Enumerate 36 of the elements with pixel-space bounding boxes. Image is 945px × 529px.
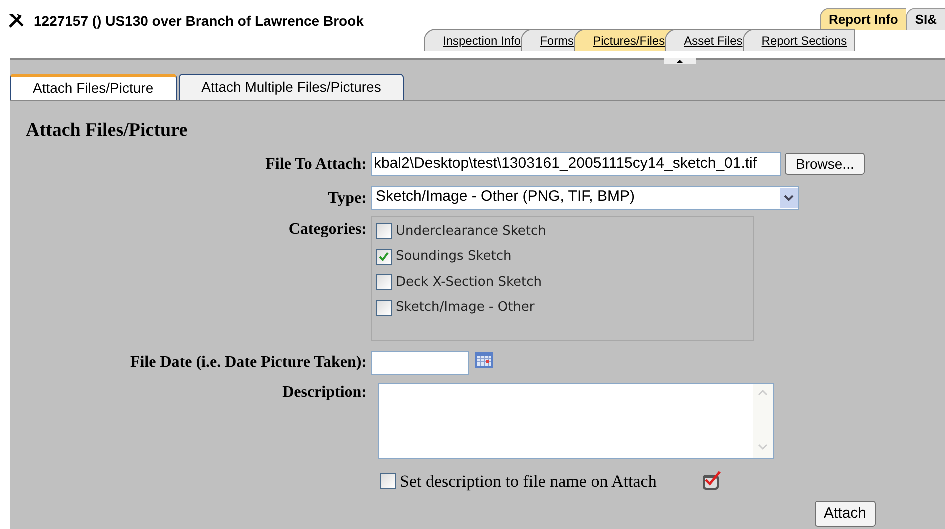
date-field[interactable] — [371, 350, 469, 374]
field-label: Type: — [327, 188, 367, 208]
tab[interactable]: Report Sections — [742, 29, 856, 51]
checkbox-label: Soundings Sketch — [396, 248, 512, 266]
checkbox-label: Sketch/Image - Other — [396, 299, 535, 317]
type-select[interactable]: Sketch/Image - Other (PNG, TIF, BMP) — [371, 186, 799, 210]
file-input[interactable]: kbal2\Desktop\test\1303161_20051115cy14_sketch_01.tif — [371, 152, 781, 176]
checkbox[interactable] — [376, 300, 392, 316]
page-title: 1227157 () US130 over Branch of Lawrence Brook — [34, 12, 364, 31]
chevron-down-icon — [780, 188, 798, 208]
spellcheck-icon[interactable] — [700, 470, 723, 492]
field-label: File Date (i.e. Date Picture Taken): — [129, 352, 367, 372]
field-label: Categories: — [288, 220, 367, 240]
checkbox-label: Deck X-Section Sketch — [396, 274, 542, 292]
caret-icon[interactable] — [664, 58, 696, 64]
tab[interactable]: Inspection Info — [424, 29, 530, 51]
field-label: Description: — [282, 382, 367, 402]
checkbox-label: Underclearance Sketch — [396, 222, 546, 240]
tab[interactable]: Report Info — [820, 8, 906, 30]
tab[interactable]: Attach Files/Picture — [10, 74, 177, 100]
checkbox[interactable] — [376, 274, 392, 290]
tab[interactable]: SI& — [906, 8, 945, 30]
scrollbar[interactable] — [753, 384, 773, 458]
browse-button[interactable]: Browse... — [785, 152, 866, 174]
checkbox[interactable] — [376, 223, 392, 240]
form-title: Attach Files/Picture — [25, 119, 189, 143]
tab[interactable]: Attach Multiple Files/Pictures — [178, 74, 404, 100]
checkbox[interactable] — [380, 473, 396, 490]
field-label: File To Attach: — [264, 154, 367, 174]
calendar-icon[interactable] — [474, 350, 494, 370]
checkbox[interactable] — [376, 248, 392, 265]
checkbox-label: Set description to file name on Attach — [400, 470, 657, 493]
attach-button[interactable]: Attach — [815, 501, 876, 527]
tab[interactable]: Pictures/Files — [574, 29, 674, 51]
description-field[interactable] — [378, 382, 774, 458]
tab[interactable]: Asset Files — [665, 29, 751, 51]
